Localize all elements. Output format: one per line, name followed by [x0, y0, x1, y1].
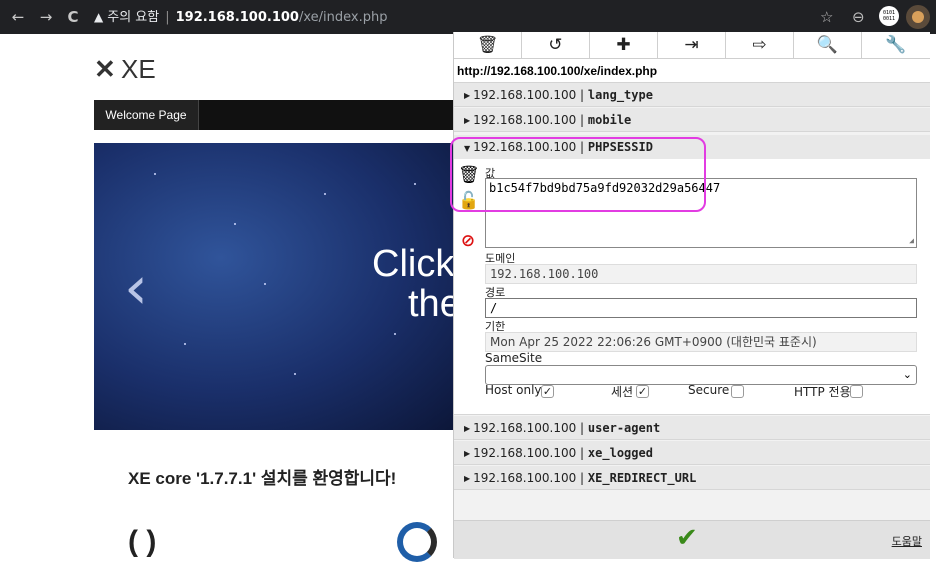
- profile-icon[interactable]: ⊖: [852, 7, 865, 27]
- cookie-separator: |: [580, 113, 585, 127]
- expand-arrow-icon: ▶: [464, 424, 471, 433]
- expand-arrow-icon: ▶: [464, 91, 471, 100]
- samesite-select[interactable]: ⌄: [485, 365, 917, 385]
- plus-icon[interactable]: ✚: [590, 32, 658, 58]
- cookie-name: PHPSESSID: [587, 140, 653, 154]
- cookie-domain: 192.168.100.100: [473, 113, 577, 127]
- address-bar[interactable]: ▲ 주의 요함 | 192.168.100.100/xe/index.php: [94, 7, 387, 27]
- url-host: 192.168.100.100: [175, 10, 299, 25]
- cookie-toolbar: 🗑 ↺ ✚ ⇥ ⇨ 🔍 🔧: [454, 32, 930, 59]
- unlock-icon[interactable]: 🔓: [458, 191, 479, 211]
- panel-footer: ✔ 도움말: [454, 520, 930, 559]
- cookie-name: XE_REDIRECT_URL: [587, 471, 697, 485]
- session-checkbox[interactable]: ✓: [636, 385, 649, 398]
- path-field[interactable]: /: [485, 298, 917, 318]
- slider-prev-icon[interactable]: ‹: [124, 258, 148, 318]
- expand-arrow-icon: ▶: [464, 116, 471, 125]
- cookie-row-phpsessid[interactable]: ▼ 192.168.100.100 | PHPSESSID: [454, 135, 930, 159]
- welcome-heading: XE core '1.7.7.1' 설치를 환영합니다!: [128, 469, 397, 488]
- cookie-value-textarea[interactable]: b1c54f7bd9bd75a9fd92032d29a56447 ◢: [485, 178, 917, 248]
- chevron-down-icon: ⌄: [902, 368, 912, 381]
- cookie-separator: |: [580, 471, 585, 485]
- cookie-row-mobile[interactable]: ▶ 192.168.100.100 | mobile: [454, 108, 930, 132]
- cookie-domain: 192.168.100.100: [473, 471, 577, 485]
- cookie-detail-phpsessid: ▼ 192.168.100.100 | PHPSESSID 🗑 🔓 ⊘ 값 b1c…: [454, 135, 930, 415]
- warning-icon: ▲: [94, 10, 104, 24]
- save-check-icon[interactable]: ✔: [676, 523, 698, 553]
- forward-button[interactable]: →: [36, 6, 56, 28]
- http-only-checkbox[interactable]: [850, 385, 863, 398]
- resize-grip-icon[interactable]: ◢: [909, 237, 914, 245]
- cookie-row-xe-logged[interactable]: ▶ 192.168.100.100 | xe_logged: [454, 441, 930, 465]
- xe-logo-mark-icon: ✕: [94, 54, 116, 84]
- export-icon[interactable]: ⇨: [726, 32, 794, 58]
- bookmark-star-icon[interactable]: ☆: [820, 7, 833, 27]
- secure-checkbox[interactable]: [731, 385, 744, 398]
- security-status: 주의 요함: [107, 10, 160, 25]
- refresh-circle-icon: [397, 522, 437, 562]
- search-icon[interactable]: 🔍: [794, 32, 862, 58]
- current-url: http://192.168.100.100/xe/index.php: [454, 59, 930, 83]
- cookie-domain: 192.168.100.100: [473, 88, 577, 102]
- binary-extension-icon[interactable]: 0101 0011: [879, 6, 899, 26]
- main-nav: Welcome Page: [94, 100, 456, 130]
- host-only-checkbox[interactable]: ✓: [541, 385, 554, 398]
- collapse-arrow-icon: ▼: [464, 144, 471, 153]
- cookie-name: mobile: [587, 113, 632, 127]
- xe-logo[interactable]: ✕ XE: [94, 54, 156, 84]
- http-only-label: HTTP 전용: [794, 385, 851, 399]
- cookie-name: xe_logged: [587, 446, 653, 460]
- url-path: /xe/index.php: [298, 10, 388, 25]
- cookie-row-xe-redirect-url[interactable]: ▶ 192.168.100.100 | XE_REDIRECT_URL: [454, 466, 930, 490]
- delete-cookie-icon[interactable]: 🗑: [458, 165, 480, 185]
- xe-logo-text: XE: [121, 54, 156, 84]
- cookie-row-lang-type[interactable]: ▶ 192.168.100.100 | lang_type: [454, 83, 930, 107]
- hero-text-line2: the: [408, 283, 456, 325]
- cookie-domain: 192.168.100.100: [473, 446, 577, 460]
- cookie-editor-panel: 🗑 ↺ ✚ ⇥ ⇨ 🔍 🔧 http://192.168.100.100/xe/…: [453, 32, 930, 559]
- cookie-domain: 192.168.100.100: [473, 140, 577, 154]
- cookie-separator: |: [580, 446, 585, 460]
- cookie-separator: |: [580, 140, 585, 154]
- cookie-row-user-agent[interactable]: ▶ 192.168.100.100 | user-agent: [454, 416, 930, 440]
- block-icon[interactable]: ⊘: [458, 231, 478, 251]
- cookie-domain: 192.168.100.100: [473, 421, 577, 435]
- cookie-name: lang_type: [587, 88, 653, 102]
- wrench-icon[interactable]: 🔧: [862, 32, 930, 58]
- back-button[interactable]: ←: [8, 6, 28, 28]
- samesite-label: SameSite: [485, 351, 543, 365]
- expand-arrow-icon: ▶: [464, 474, 471, 483]
- cookie-name: user-agent: [587, 421, 661, 435]
- expand-arrow-icon: ▶: [464, 449, 471, 458]
- hero-slider: ‹ Click the: [94, 143, 456, 430]
- domain-field: 192.168.100.100: [485, 264, 917, 284]
- cookie-value: b1c54f7bd9bd75a9fd92032d29a56447: [489, 181, 721, 195]
- cookie-separator: |: [580, 88, 585, 102]
- nav-item-welcome[interactable]: Welcome Page: [94, 100, 199, 130]
- import-icon[interactable]: ⇥: [658, 32, 726, 58]
- reload-button[interactable]: C: [63, 6, 83, 28]
- trash-icon[interactable]: 🗑: [454, 32, 522, 58]
- host-only-label: Host only: [485, 383, 542, 397]
- cookie-extension-icon[interactable]: [906, 5, 930, 29]
- secure-label: Secure: [688, 383, 730, 397]
- session-label: 세션: [611, 385, 634, 399]
- undo-icon[interactable]: ↺: [522, 32, 590, 58]
- browser-toolbar: ← → C ▲ 주의 요함 | 192.168.100.100/xe/index.ph…: [0, 0, 936, 34]
- help-link[interactable]: 도움말: [892, 533, 922, 549]
- expiry-field: Mon Apr 25 2022 22:06:26 GMT+0900 (대한민국 …: [485, 332, 917, 352]
- hero-text-line1: Click: [372, 243, 455, 285]
- cookie-separator: |: [580, 421, 585, 435]
- brackets-icon: ( ): [128, 525, 157, 558]
